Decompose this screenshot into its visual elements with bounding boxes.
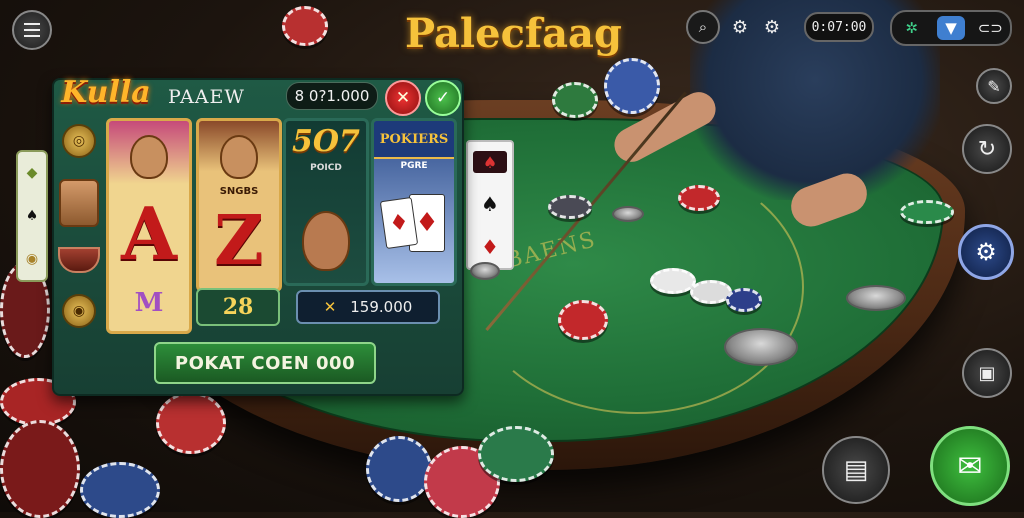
hamburger-icon xyxy=(24,21,40,39)
chip[interactable] xyxy=(156,392,226,454)
bowl-icon xyxy=(58,247,100,274)
reel-3-4-value: 159.000 xyxy=(350,298,413,316)
reel-top-label: POKIERS xyxy=(374,121,454,159)
chip-cup xyxy=(846,285,906,311)
card-suit-spade: ♠ xyxy=(481,191,499,216)
reel-2-footer: 28 xyxy=(196,288,280,326)
character-head xyxy=(302,211,350,271)
reel-2[interactable]: SNGBS Z xyxy=(196,118,282,292)
reel-symbol: A xyxy=(121,190,177,276)
book-icon: ▣ xyxy=(978,362,996,384)
chip-icon[interactable]: ◉ xyxy=(26,251,38,267)
reel-portrait xyxy=(109,121,189,183)
chip[interactable] xyxy=(366,436,432,502)
hud-icons: ⌕ ⚙ ⚙ xyxy=(686,10,784,44)
chip-cup xyxy=(470,262,500,280)
confirm-button[interactable]: ✓ xyxy=(425,80,461,116)
book-button[interactable]: ▣ xyxy=(962,348,1012,398)
reel-4[interactable]: POKIERS PGRE ♦ ♦ xyxy=(371,118,457,286)
search-icon[interactable]: ⌕ xyxy=(686,10,720,44)
chip[interactable] xyxy=(900,200,954,224)
reel-3-4-footer: ✕ 159.000 xyxy=(296,290,440,324)
reel-top-label: SNGBS xyxy=(219,185,259,197)
close-icon: ✕ xyxy=(395,88,411,108)
left-tray: ◆ ♠ ◉ xyxy=(16,150,48,282)
chip-cup xyxy=(612,206,644,222)
slot-side-column: ◎ ◉ xyxy=(56,124,102,328)
character-head xyxy=(220,135,258,179)
chip[interactable] xyxy=(80,462,160,518)
chip[interactable] xyxy=(558,300,608,340)
slot-game-name: PAAEW xyxy=(168,86,245,108)
stack-icon: ▤ xyxy=(843,455,869,485)
refresh-icon: ↻ xyxy=(977,136,997,162)
timer: 0:07:00 xyxy=(804,12,874,42)
gem-icon[interactable]: ◆ xyxy=(27,165,38,181)
gear-icon[interactable]: ⚙ xyxy=(728,15,752,39)
chip[interactable] xyxy=(0,420,80,518)
balance-display: 8 0?1.000 xyxy=(286,82,378,110)
avatar xyxy=(59,178,99,227)
reel-sub-label: PGRE xyxy=(400,161,428,171)
game-title: Palecfaag xyxy=(405,10,622,57)
link-icon[interactable]: ⊂⊃ xyxy=(976,16,1004,40)
reel-bottom-symbol: M xyxy=(134,288,164,318)
spade-icon[interactable]: ♠ xyxy=(26,208,39,224)
settings-icon[interactable]: ⚙ xyxy=(760,15,784,39)
chip[interactable] xyxy=(726,288,762,312)
reel-3[interactable]: 5O7 POICD xyxy=(283,118,369,286)
card-suit-diamond: ♦ xyxy=(481,234,499,259)
wrench-button[interactable]: ✎ xyxy=(976,68,1012,104)
chip-cup xyxy=(724,328,798,366)
reel-portrait xyxy=(199,121,279,183)
chat-button[interactable]: ✉ xyxy=(930,426,1010,506)
chip[interactable] xyxy=(552,82,598,118)
check-icon: ✓ xyxy=(435,88,451,108)
coin-icon[interactable]: ◉ xyxy=(62,293,96,328)
top-right-toolbar: ✲ ▼ ⊂⊃ xyxy=(890,10,1012,46)
chat-icon: ✉ xyxy=(957,448,983,484)
settings-cog-button[interactable]: ⚙ xyxy=(958,224,1014,280)
reel-top-label: 5O7 xyxy=(292,123,360,159)
chip[interactable] xyxy=(678,185,720,211)
reel-2-value: 28 xyxy=(222,294,254,320)
poker-coin-button[interactable]: POKAT COEN 000 xyxy=(154,342,376,384)
card-face-icon: ♠ xyxy=(473,151,507,174)
settings-cog-icon: ⚙ xyxy=(975,238,997,266)
coin-icon[interactable]: ◎ xyxy=(62,124,96,158)
chip[interactable] xyxy=(604,58,660,114)
menu-button[interactable] xyxy=(12,10,52,50)
playing-cards-icon: ♦ ♦ xyxy=(374,173,454,273)
network-icon[interactable]: ✲ xyxy=(898,16,926,40)
close-button[interactable]: ✕ xyxy=(385,80,421,116)
refresh-button[interactable]: ↻ xyxy=(962,124,1012,174)
playing-card[interactable]: ♠ ♠ ♦ xyxy=(466,140,514,270)
chip[interactable] xyxy=(548,195,592,219)
character-head xyxy=(130,135,168,179)
chip[interactable] xyxy=(282,6,328,46)
wrench-icon: ✎ xyxy=(987,76,1001,96)
reel-1[interactable]: A M xyxy=(106,118,192,334)
chip[interactable] xyxy=(478,426,554,482)
slot-logo: Kulla xyxy=(61,74,151,110)
filter-icon[interactable]: ▼ xyxy=(936,16,965,40)
stack-button[interactable]: ▤ xyxy=(822,436,890,504)
reel-portrait xyxy=(286,175,366,275)
multiplier-icon: ✕ xyxy=(323,298,337,316)
reel-symbol: Z xyxy=(214,201,264,281)
reel-sub-label: POICD xyxy=(310,163,342,173)
